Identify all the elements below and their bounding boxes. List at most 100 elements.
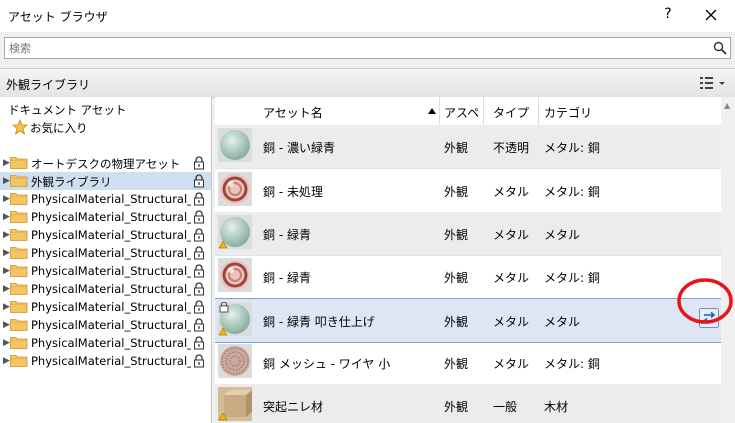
lock-icon [194,300,204,314]
tree-item-label: ドキュメント アセット [8,103,127,117]
expand-arrow-icon[interactable]: ▶ [3,284,10,294]
library-tree: ドキュメント アセット お気に入り ▶ オートデスクの物理アセット ▶ 外観ライブラリ… [0,97,212,423]
tree-item-library[interactable]: ▶ PhysicalMaterial_Structural_... [0,190,211,208]
tree-item-document-assets[interactable]: ドキュメント アセット [0,100,211,118]
asset-type: メタル [493,357,530,371]
tree-item-label: お気に入り [30,121,88,135]
vertical-scrollbar[interactable]: ▲ [721,97,735,423]
tree-item-library[interactable]: ▶ PhysicalMaterial_Structural_... [0,226,211,244]
expand-arrow-icon[interactable]: ▶ [3,320,10,330]
folder-icon [10,355,28,367]
asset-name: 銅 - 濃い緑青 [263,141,335,155]
column-header-asset-name[interactable]: アセット名 [263,104,423,121]
material-thumbnail [218,128,252,162]
asset-row[interactable]: 銅 - 未処理 外観 メタル メタル: 銅 [215,169,721,213]
tree-item-library[interactable]: ▶ PhysicalMaterial_Structural_... [0,244,211,262]
asset-row[interactable]: 銅 - 緑青 外観 メタル メタル [215,212,721,256]
search-icon[interactable] [713,41,727,55]
folder-icon [10,211,28,223]
tree-item-library[interactable]: ▶ オートデスクの物理アセット [0,154,211,172]
asset-row[interactable]: 突起ニレ材 外観 一般 木材 [215,384,721,423]
asset-row[interactable]: 銅 - 濃い緑青 外観 不透明 メタル: 銅 [215,125,721,169]
asset-type: メタル [493,228,530,242]
folder-icon [10,229,28,241]
folder-icon [10,337,28,349]
sort-ascending-icon [428,108,436,114]
scroll-up-icon[interactable]: ▲ [724,101,730,110]
column-header-aspect[interactable]: アスペクト [444,104,478,121]
tree-item-favorites[interactable]: お気に入り [0,118,211,136]
expand-arrow-icon[interactable]: ▶ [3,212,10,222]
tree-item-library[interactable]: ▶ PhysicalMaterial_Structural_... [0,298,211,316]
tree-item-library[interactable]: ▶ 外観ライブラリ [0,172,211,190]
lock-icon [194,156,204,170]
asset-type: メタル [493,315,530,329]
close-icon[interactable] [700,4,722,26]
title-bar: アセット ブラウザ ? [0,0,735,32]
asset-type: 一般 [493,400,518,414]
expand-arrow-icon[interactable]: ▶ [3,356,10,366]
asset-type: メタル [493,271,530,285]
material-thumbnail [218,344,252,378]
asset-row[interactable]: 銅 - 緑青 叩き仕上げ 外観 メタル メタル [215,298,721,343]
asset-grid: アセット名 アスペクト タイプ カテゴリ 銅 - 濃い緑青外観不透明メタル: 銅… [215,97,721,423]
search-input[interactable] [9,40,699,56]
tree-item-library[interactable]: ▶ PhysicalMaterial_Structural_... [0,334,211,352]
tree-item-label: PhysicalMaterial_Structural_... [31,246,191,260]
asset-aspect: 外観 [444,185,469,199]
material-thumbnail [218,387,252,421]
asset-name: 銅 - 未処理 [263,185,323,199]
tree-item-label: PhysicalMaterial_Structural_... [31,210,191,224]
expand-arrow-icon[interactable]: ▶ [3,248,10,258]
folder-icon [10,247,28,259]
lock-icon [194,264,204,278]
expand-arrow-icon[interactable]: ▶ [3,338,10,348]
lock-icon [194,228,204,242]
tree-item-library[interactable]: ▶ PhysicalMaterial_Structural_... [0,352,211,370]
asset-name: 突起ニレ材 [263,400,324,414]
tree-item-library[interactable]: ▶ PhysicalMaterial_Structural_... [0,316,211,334]
tree-item-library[interactable]: ▶ PhysicalMaterial_Structural_... [0,262,211,280]
lock-icon [194,336,204,350]
column-header-type[interactable]: タイプ [493,104,543,121]
tree-item-label: PhysicalMaterial_Structural_... [31,336,191,350]
search-box [4,37,731,59]
asset-row[interactable]: 銅 - 緑青 外観 メタル メタル: 銅 [215,255,721,299]
expand-arrow-icon[interactable]: ▶ [3,230,10,240]
lock-icon [194,354,204,368]
asset-row[interactable]: 銅 メッシュ - ワイヤ 小 外観 メタル メタル: 銅 [215,341,721,385]
expand-arrow-icon[interactable]: ▶ [3,176,10,186]
asset-name: 銅 - 緑青 叩き仕上げ [263,315,375,329]
tree-item-library[interactable]: ▶ PhysicalMaterial_Structural_... [0,280,211,298]
tree-item-library[interactable]: ▶ PhysicalMaterial_Structural_... [0,208,211,226]
lock-icon [194,174,204,188]
material-thumbnail [218,215,252,249]
grid-header: アセット名 アスペクト タイプ カテゴリ [215,97,721,126]
folder-icon [10,175,28,187]
material-thumbnail [218,258,252,292]
asset-aspect: 外観 [444,315,469,329]
asset-aspect: 外観 [444,141,469,155]
star-icon [12,119,28,135]
asset-type: メタル [493,185,530,199]
library-header: 外観ライブラリ [0,68,735,98]
folder-icon [10,319,28,331]
material-thumbnail [218,172,252,206]
lock-icon [194,246,204,260]
folder-icon [10,193,28,205]
expand-arrow-icon[interactable]: ▶ [3,194,10,204]
lock-icon [194,318,204,332]
folder-icon [10,265,28,277]
column-header-category[interactable]: カテゴリ [544,104,644,121]
asset-aspect: 外観 [444,400,469,414]
expand-arrow-icon[interactable]: ▶ [3,302,10,312]
expand-arrow-icon[interactable]: ▶ [3,158,10,168]
expand-arrow-icon[interactable]: ▶ [3,266,10,276]
help-button[interactable]: ? [660,6,676,22]
folder-icon [10,283,28,295]
tree-item-label: PhysicalMaterial_Structural_... [31,264,191,278]
library-title: 外観ライブラリ [6,78,91,92]
folder-icon [10,301,28,313]
view-options-icon[interactable] [698,75,730,91]
asset-name: 銅 - 緑青 [263,228,311,242]
